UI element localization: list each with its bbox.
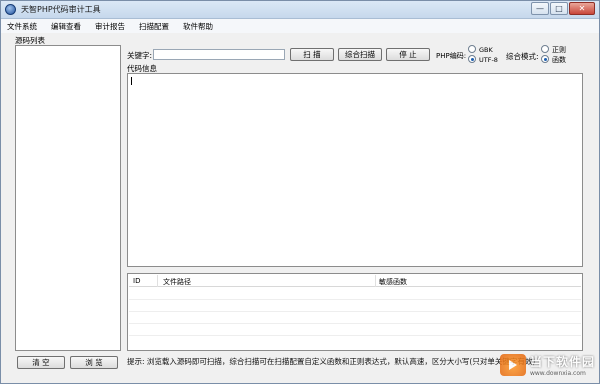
php-encoding-label: PHP编码: <box>436 52 467 60</box>
menu-help[interactable]: 软件帮助 <box>183 21 213 32</box>
column-divider <box>375 275 376 287</box>
status-hint: 提示: 浏览载入源码即可扫描，综合扫描可在扫描配置自定义函数和正则表达式，默认高… <box>127 357 536 366</box>
table-row-divider <box>129 299 581 300</box>
keyword-label: 关键字: <box>127 51 153 60</box>
minimize-button[interactable]: — <box>531 2 549 15</box>
encoding-gbk-label: GBK <box>479 46 493 54</box>
encoding-utf8-label: UTF-8 <box>479 56 498 64</box>
text-caret <box>131 77 132 85</box>
app-window: 天智PHP代码审计工具 — □ ✕ 文件系统 编辑查看 审计报告 扫描配置 软件… <box>0 0 600 384</box>
column-header-file-path[interactable]: 文件路径 <box>163 277 191 287</box>
clear-button[interactable]: 清 空 <box>17 356 65 369</box>
table-row-divider <box>129 311 581 312</box>
watermark: 当下软件园 www.downxia.com <box>499 353 595 377</box>
results-table-header: ID 文件路径 敏感函数 <box>129 275 581 287</box>
mode-regex-label: 正则 <box>552 46 566 54</box>
menu-edit-view[interactable]: 编辑查看 <box>51 21 81 32</box>
mode-regex-radio[interactable] <box>541 45 549 53</box>
browse-button[interactable]: 浏 览 <box>70 356 118 369</box>
column-divider <box>157 275 158 287</box>
encoding-utf8-radio[interactable] <box>468 55 476 63</box>
menu-audit-report[interactable]: 审计报告 <box>95 21 125 32</box>
code-viewer[interactable] <box>127 73 583 267</box>
menu-file-system[interactable]: 文件系统 <box>7 21 37 32</box>
scan-button[interactable]: 扫 描 <box>290 48 334 61</box>
table-row-divider <box>129 323 581 324</box>
window-controls: — □ ✕ <box>530 2 595 16</box>
source-list[interactable] <box>15 45 121 351</box>
mode-function-radio[interactable] <box>541 55 549 63</box>
mode-label: 综合模式: <box>506 52 539 61</box>
app-logo-icon <box>5 4 16 15</box>
title-bar: 天智PHP代码审计工具 — □ ✕ <box>1 1 599 19</box>
mode-function-label: 函数 <box>552 56 566 64</box>
maximize-button[interactable]: □ <box>550 2 568 15</box>
stop-button[interactable]: 停 止 <box>386 48 430 61</box>
close-button[interactable]: ✕ <box>569 2 595 15</box>
window-title: 天智PHP代码审计工具 <box>21 5 101 14</box>
table-row-divider <box>129 335 581 336</box>
encoding-gbk-radio[interactable] <box>468 45 476 53</box>
menu-bar: 文件系统 编辑查看 审计报告 扫描配置 软件帮助 <box>1 19 599 33</box>
column-header-sensitive-function[interactable]: 敏感函数 <box>379 277 407 287</box>
watermark-url: www.downxia.com <box>529 370 586 377</box>
menu-scan-config[interactable]: 扫描配置 <box>139 21 169 32</box>
keyword-input[interactable] <box>153 49 285 60</box>
column-header-id[interactable]: ID <box>133 277 140 285</box>
download-site-logo-icon <box>499 354 526 376</box>
combo-scan-button[interactable]: 综合扫描 <box>338 48 382 61</box>
watermark-text: 当下软件园 <box>529 355 595 369</box>
